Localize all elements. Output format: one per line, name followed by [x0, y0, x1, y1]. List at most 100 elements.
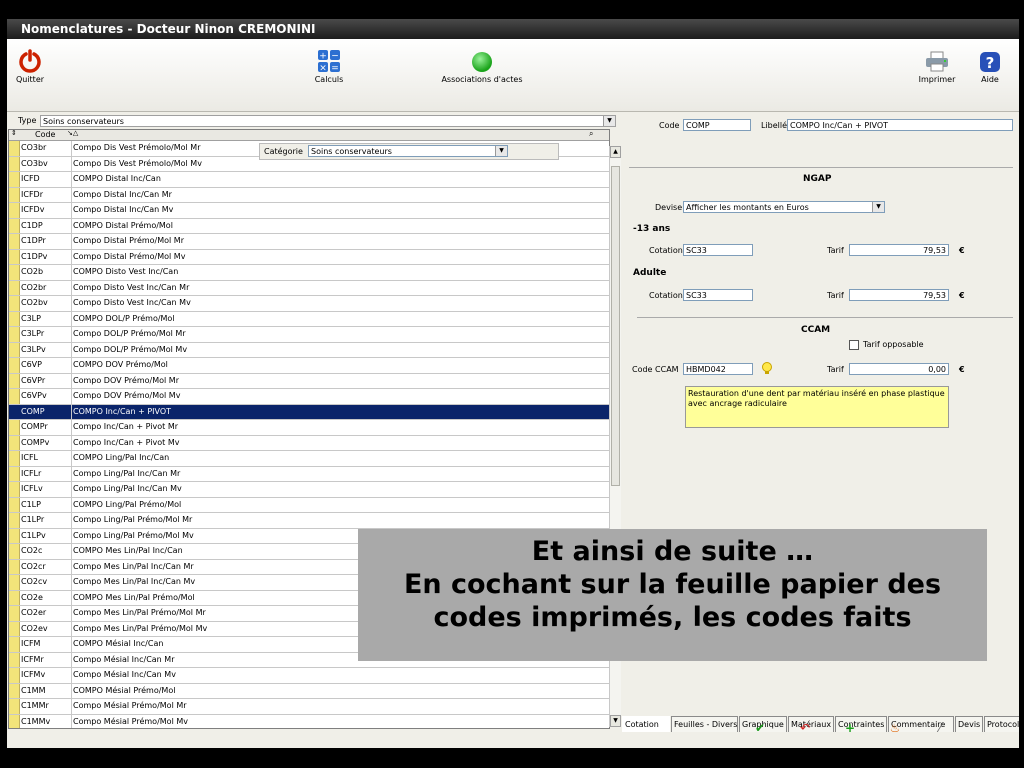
devise-select[interactable]: Afficher les montants en Euros ▼ — [683, 201, 885, 213]
table-row[interactable]: CO2br Compo Disto Vest Inc/Can Mr — [9, 280, 609, 296]
associations-button[interactable]: Associations d'actes — [437, 51, 527, 84]
chevron-down-icon[interactable]: ▼ — [603, 116, 615, 126]
quit-button[interactable]: Quitter — [15, 49, 45, 84]
row-marker — [9, 513, 20, 528]
row-marker — [9, 699, 20, 714]
scroll-thumb[interactable] — [611, 166, 620, 486]
row-code: C6VPr — [21, 373, 72, 388]
table-row[interactable]: C1LPr Compo Ling/Pal Prémo/Mol Mr — [9, 513, 609, 529]
row-code: CO2br — [21, 280, 72, 295]
table-row[interactable]: ICFDv Compo Distal Inc/Can Mv — [9, 203, 609, 219]
row-code: C1LP — [21, 497, 72, 512]
table-row[interactable]: CO2bv Compo Disto Vest Inc/Can Mv — [9, 296, 609, 312]
table-row[interactable]: C1DPv Compo Distal Prémo/Mol Mv — [9, 249, 609, 265]
row-marker — [9, 714, 20, 728]
devise-value: Afficher les montants en Euros — [686, 203, 809, 212]
flame-icon[interactable]: ♨ — [888, 721, 902, 735]
print-button[interactable]: Imprimer — [917, 51, 957, 84]
type-select[interactable]: Soins conservateurs ▼ — [40, 115, 616, 127]
row-code: ICFL — [21, 451, 72, 466]
add-icon[interactable]: + — [843, 721, 857, 735]
table-row[interactable]: COMP COMPO Inc/Can + PIVOT — [9, 404, 609, 420]
row-libelle: Compo Ling/Pal Inc/Can Mv — [73, 484, 182, 493]
table-row[interactable]: CO2b COMPO Disto Vest Inc/Can — [9, 265, 609, 281]
code-column-header[interactable]: Code — [35, 130, 55, 139]
row-code: CO2cv — [21, 575, 72, 590]
table-row[interactable]: ICFDr Compo Distal Inc/Can Mr — [9, 187, 609, 203]
validate-icon[interactable]: ✔ — [753, 721, 767, 735]
category-select[interactable]: Soins conservateurs ▼ — [308, 145, 508, 157]
tab-feuilles-divers[interactable]: Feuilles - Divers — [671, 716, 738, 732]
sort-arrow-icon[interactable]: ↘△ — [67, 130, 78, 137]
scroll-down-icon[interactable]: ▼ — [610, 715, 621, 727]
code-field[interactable]: COMP — [683, 119, 751, 131]
child-tarif-field[interactable]: 79,53 — [849, 244, 949, 256]
child-currency: € — [959, 246, 965, 255]
adult-cotation-field[interactable]: SC33 — [683, 289, 753, 301]
row-libelle: Compo Ling/Pal Prémo/Mol Mr — [73, 515, 193, 524]
chevron-down-icon[interactable]: ▼ — [495, 146, 507, 156]
code-ccam-field[interactable]: HBMD042 — [683, 363, 753, 375]
row-libelle: Compo Disto Vest Inc/Can Mr — [73, 282, 190, 292]
row-marker — [9, 373, 20, 388]
divider — [637, 317, 1013, 318]
row-marker — [9, 559, 20, 574]
table-row[interactable]: COMPv Compo Inc/Can + Pivot Mv — [9, 435, 609, 451]
table-row[interactable]: C1DPr Compo Distal Prémo/Mol Mr — [9, 234, 609, 250]
undo-icon[interactable]: ↶ — [798, 721, 812, 735]
table-row[interactable]: ICFLv Compo Ling/Pal Inc/Can Mv — [9, 482, 609, 498]
adult-section-title: Adulte — [633, 268, 667, 278]
associations-label: Associations d'actes — [441, 75, 523, 84]
table-row[interactable]: C1LP COMPO Ling/Pal Prémo/Mol — [9, 497, 609, 513]
search-icon[interactable]: ⌕ — [589, 130, 593, 139]
tarif-opposable-checkbox[interactable] — [849, 340, 859, 350]
table-row[interactable]: ICFL COMPO Ling/Pal Inc/Can — [9, 451, 609, 467]
table-row[interactable]: C1MMv Compo Mésial Prémo/Mol Mv — [9, 714, 609, 728]
row-libelle: COMPO Ling/Pal Prémo/Mol — [73, 499, 182, 509]
row-libelle: COMPO DOV Prémo/Mol — [73, 360, 168, 369]
table-row[interactable]: C1DP COMPO Distal Prémo/Mol — [9, 218, 609, 234]
table-row[interactable]: ICFD COMPO Distal Inc/Can — [9, 172, 609, 188]
help-button[interactable]: ? Aide — [975, 51, 1005, 84]
row-libelle: COMPO Mésial Prémo/Mol — [73, 685, 176, 695]
adult-cotation-label: Cotation — [649, 291, 683, 300]
table-row[interactable]: C6VPv Compo DOV Prémo/Mol Mv — [9, 389, 609, 405]
table-row[interactable]: ICFMv Compo Mésial Inc/Can Mv — [9, 668, 609, 684]
row-marker — [9, 265, 20, 280]
table-row[interactable]: C3LP COMPO DOL/P Prémo/Mol — [9, 311, 609, 327]
table-row[interactable]: C3LPr Compo DOL/P Prémo/Mol Mr — [9, 327, 609, 343]
table-row[interactable]: C6VP COMPO DOV Prémo/Mol — [9, 358, 609, 374]
svg-text:+: + — [319, 52, 327, 62]
row-code: C1MMr — [21, 699, 72, 714]
lightbulb-icon[interactable] — [761, 362, 773, 376]
adult-tarif-field[interactable]: 79,53 — [849, 289, 949, 301]
child-cotation-field[interactable]: SC33 — [683, 244, 753, 256]
row-code: C3LP — [21, 311, 72, 326]
row-code: COMPr — [21, 420, 72, 435]
libelle-field[interactable]: COMPO Inc/Can + PIVOT — [787, 119, 1013, 131]
tab-devis[interactable]: Devis — [955, 716, 983, 732]
table-row[interactable]: C6VPr Compo DOV Prémo/Mol Mr — [9, 373, 609, 389]
tab-protocole[interactable]: Protocole — [984, 716, 1019, 732]
ccam-tarif-field[interactable]: 0,00 — [849, 363, 949, 375]
table-row[interactable]: C3LPv Compo DOL/P Prémo/Mol Mv — [9, 342, 609, 358]
print-label: Imprimer — [918, 75, 956, 84]
row-marker — [9, 327, 20, 342]
table-row[interactable]: COMPr Compo Inc/Can + Pivot Mr — [9, 420, 609, 436]
row-marker — [9, 482, 20, 497]
row-marker — [9, 296, 20, 311]
table-row[interactable]: C1MM COMPO Mésial Prémo/Mol — [9, 683, 609, 699]
scroll-up-icon[interactable]: ▲ — [610, 146, 621, 158]
chevron-down-icon[interactable]: ▼ — [872, 202, 884, 212]
tab-cotation[interactable]: Cotation — [622, 716, 670, 732]
row-code: CO2b — [21, 265, 72, 280]
calculs-button[interactable]: + − × = Calculs — [309, 49, 349, 84]
table-row[interactable]: C1MMr Compo Mésial Prémo/Mol Mr — [9, 699, 609, 715]
category-label: Catégorie — [264, 147, 303, 156]
sort-icon[interactable]: ⇕ — [11, 130, 17, 137]
row-libelle: Compo Distal Inc/Can Mr — [73, 189, 172, 199]
row-marker — [9, 451, 20, 466]
magic-wand-icon[interactable]: ⁄ — [933, 721, 947, 735]
table-row[interactable]: ICFLr Compo Ling/Pal Inc/Can Mr — [9, 466, 609, 482]
row-libelle: Compo Distal Prémo/Mol Mv — [73, 251, 186, 261]
